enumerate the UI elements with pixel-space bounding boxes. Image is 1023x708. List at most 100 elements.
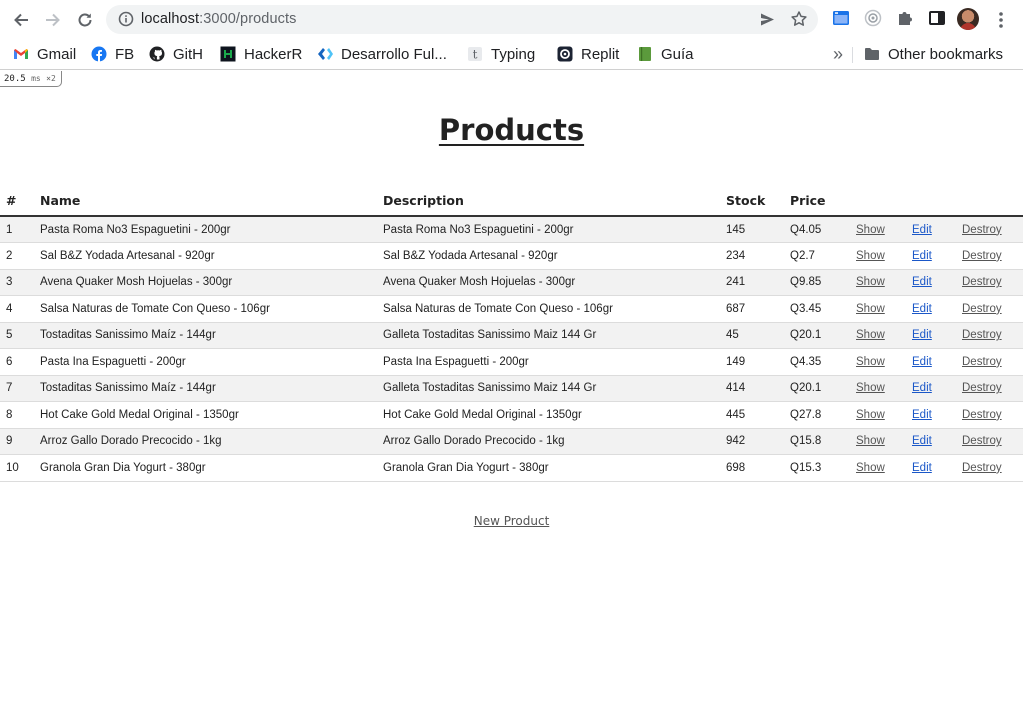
destroy-link[interactable]: Destroy: [962, 276, 1002, 288]
cell-price: Q20.1: [784, 322, 850, 349]
destroy-link[interactable]: Destroy: [962, 224, 1002, 236]
table-row: 3 Avena Quaker Mosh Hojuelas - 300gr Avena…: [0, 269, 1023, 296]
bookmark-desarrollo[interactable]: Desarrollo Ful...: [317, 43, 447, 65]
bookmark-guia[interactable]: Guía: [637, 43, 694, 65]
destroy-link[interactable]: Destroy: [962, 462, 1002, 474]
edit-link[interactable]: Edit: [912, 356, 932, 368]
cell-action-edit: Edit: [906, 375, 956, 402]
cell-action-show: Show: [850, 375, 906, 402]
cell-action-destroy: Destroy: [956, 375, 1023, 402]
cell-description: Sal B&Z Yodada Artesanal - 920gr: [377, 242, 720, 270]
table-row: 2 Sal B&Z Yodada Artesanal - 920gr Sal B&Z…: [0, 242, 1023, 270]
bookmark-replit[interactable]: Replit: [557, 43, 619, 65]
cell-name: Pasta Roma No3 Espaguetini - 200gr: [34, 216, 377, 243]
other-bookmarks-folder[interactable]: Other bookmarks: [864, 43, 1003, 65]
show-link[interactable]: Show: [856, 382, 885, 394]
table-row: 8 Hot Cake Gold Medal Original - 1350gr Ho…: [0, 401, 1023, 429]
address-bar[interactable]: localhost:3000/products: [106, 5, 818, 34]
perf-profiler-badge[interactable]: 20.5 ms ×2: [0, 71, 62, 87]
edit-link[interactable]: Edit: [912, 462, 932, 474]
extension-circle-icon[interactable]: [864, 9, 882, 31]
show-link[interactable]: Show: [856, 303, 885, 315]
cell-price: Q4.05: [784, 216, 850, 243]
show-link[interactable]: Show: [856, 276, 885, 288]
cell-name: Sal B&Z Yodada Artesanal - 920gr: [34, 242, 377, 270]
show-link[interactable]: Show: [856, 356, 885, 368]
cell-action-edit: Edit: [906, 348, 956, 376]
destroy-link[interactable]: Destroy: [962, 435, 1002, 447]
header-name: Name: [34, 186, 377, 217]
destroy-link[interactable]: Destroy: [962, 356, 1002, 368]
edit-link[interactable]: Edit: [912, 250, 932, 262]
book-icon: [637, 46, 653, 62]
show-link[interactable]: Show: [856, 224, 885, 236]
cell-num: 3: [0, 269, 34, 296]
github-icon: [149, 46, 165, 62]
destroy-link[interactable]: Destroy: [962, 303, 1002, 315]
extensions-puzzle-icon[interactable]: [896, 9, 914, 31]
bookmark-typing[interactable]: t Typing: [467, 43, 535, 65]
table-row: 7 Tostaditas Sanissimo Maíz - 144gr Gallet…: [0, 375, 1023, 402]
cell-action-edit: Edit: [906, 428, 956, 455]
cell-action-destroy: Destroy: [956, 401, 1023, 429]
perf-value: 20.5: [4, 74, 26, 84]
facebook-icon: [91, 46, 107, 62]
header-empty: [906, 186, 956, 217]
edit-link[interactable]: Edit: [912, 329, 932, 341]
edit-link[interactable]: Edit: [912, 409, 932, 421]
cell-num: 5: [0, 322, 34, 349]
browser-menu-icon[interactable]: [992, 9, 1010, 31]
cell-action-show: Show: [850, 348, 906, 376]
show-link[interactable]: Show: [856, 409, 885, 421]
bookmark-label: Typing: [491, 45, 536, 63]
url-text[interactable]: localhost:3000/products: [141, 11, 296, 27]
edit-link[interactable]: Edit: [912, 224, 932, 236]
table-header-row: # Name Description Stock Price: [0, 186, 1023, 217]
cell-stock: 145: [720, 216, 784, 243]
cell-action-edit: Edit: [906, 454, 956, 482]
show-link[interactable]: Show: [856, 462, 885, 474]
edit-link[interactable]: Edit: [912, 382, 932, 394]
edit-link[interactable]: Edit: [912, 276, 932, 288]
edit-link[interactable]: Edit: [912, 435, 932, 447]
cell-description: Pasta Ina Espaguetti - 200gr: [377, 348, 720, 376]
destroy-link[interactable]: Destroy: [962, 329, 1002, 341]
destroy-link[interactable]: Destroy: [962, 250, 1002, 262]
cell-stock: 45: [720, 322, 784, 349]
gmail-icon: [13, 46, 29, 62]
cell-price: Q9.85: [784, 269, 850, 296]
cell-price: Q2.7: [784, 242, 850, 270]
destroy-link[interactable]: Destroy: [962, 409, 1002, 421]
svg-text:t: t: [473, 48, 478, 62]
cell-description: Avena Quaker Mosh Hojuelas - 300gr: [377, 269, 720, 296]
cell-action-edit: Edit: [906, 242, 956, 270]
cell-stock: 445: [720, 401, 784, 429]
reload-icon[interactable]: [73, 8, 97, 32]
side-panel-icon[interactable]: [928, 9, 946, 31]
cell-num: 8: [0, 401, 34, 429]
cell-price: Q15.3: [784, 454, 850, 482]
bookmark-hackerrank[interactable]: HackerR: [220, 43, 302, 65]
cell-description: Galleta Tostaditas Sanissimo Maiz 144 Gr: [377, 375, 720, 402]
cell-action-edit: Edit: [906, 401, 956, 429]
bookmark-gmail[interactable]: Gmail: [13, 43, 76, 65]
bookmark-github[interactable]: GitH: [149, 43, 203, 65]
show-link[interactable]: Show: [856, 250, 885, 262]
cell-stock: 414: [720, 375, 784, 402]
site-info-icon[interactable]: [118, 11, 134, 31]
bookmarks-overflow-button[interactable]: »: [833, 43, 843, 65]
cell-stock: 942: [720, 428, 784, 455]
send-to-devices-icon[interactable]: [759, 11, 776, 32]
bookmark-star-icon[interactable]: [790, 10, 808, 32]
profile-avatar[interactable]: [957, 8, 979, 30]
destroy-link[interactable]: Destroy: [962, 382, 1002, 394]
extension-window-icon[interactable]: [832, 9, 850, 31]
bookmark-fb[interactable]: FB: [91, 43, 134, 65]
back-arrow-icon[interactable]: [9, 8, 33, 32]
table-body: 1 Pasta Roma No3 Espaguetini - 200gr Pasta…: [0, 216, 1023, 482]
edit-link[interactable]: Edit: [912, 303, 932, 315]
show-link[interactable]: Show: [856, 329, 885, 341]
show-link[interactable]: Show: [856, 435, 885, 447]
forward-arrow-icon[interactable]: [41, 8, 65, 32]
new-product-link[interactable]: New Product: [474, 514, 550, 528]
